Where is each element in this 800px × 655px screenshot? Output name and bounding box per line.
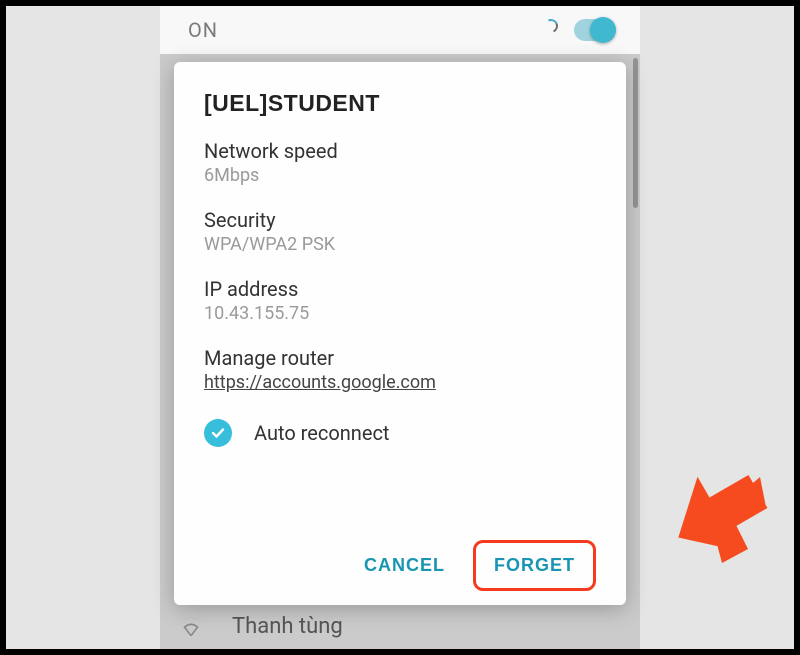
cancel-button[interactable]: CANCEL (346, 540, 463, 591)
app-frame: ON Thanh tùng [UEL]STUDENT Network speed… (0, 0, 800, 655)
network-speed-value: 6Mbps (204, 165, 596, 186)
annotation-arrow-icon (664, 459, 774, 569)
security-value: WPA/WPA2 PSK (204, 234, 596, 255)
checkmark-icon (204, 419, 232, 447)
dialog-actions: CANCEL FORGET (204, 532, 596, 591)
security-label: Security (204, 208, 596, 232)
ip-address-label: IP address (204, 277, 596, 301)
forget-button[interactable]: FORGET (473, 540, 596, 591)
auto-reconnect-row[interactable]: Auto reconnect (204, 419, 596, 447)
refresh-spinner-icon (538, 19, 560, 41)
wifi-network-row[interactable]: Thanh tùng (178, 603, 622, 649)
wifi-toggle[interactable] (574, 19, 616, 41)
dialog-title: [UEL]STUDENT (204, 90, 596, 117)
auto-reconnect-label: Auto reconnect (254, 421, 389, 445)
manage-router-label: Manage router (204, 346, 596, 370)
network-speed-block: Network speed 6Mbps (204, 139, 596, 186)
manage-router-link[interactable]: https://accounts.google.com (204, 372, 596, 393)
network-speed-label: Network speed (204, 139, 596, 163)
security-block: Security WPA/WPA2 PSK (204, 208, 596, 255)
wifi-signal-icon (178, 616, 204, 636)
phone-screen: ON Thanh tùng [UEL]STUDENT Network speed… (160, 6, 640, 649)
ip-address-value: 10.43.155.75 (204, 303, 596, 324)
manage-router-block: Manage router https://accounts.google.co… (204, 346, 596, 393)
ip-address-block: IP address 10.43.155.75 (204, 277, 596, 324)
wifi-details-dialog: [UEL]STUDENT Network speed 6Mbps Securit… (174, 62, 626, 605)
topbar-right-icons (538, 19, 616, 41)
wifi-settings-topbar: ON (160, 6, 640, 54)
wifi-network-name: Thanh tùng (232, 614, 343, 639)
wifi-status-label: ON (188, 18, 218, 42)
